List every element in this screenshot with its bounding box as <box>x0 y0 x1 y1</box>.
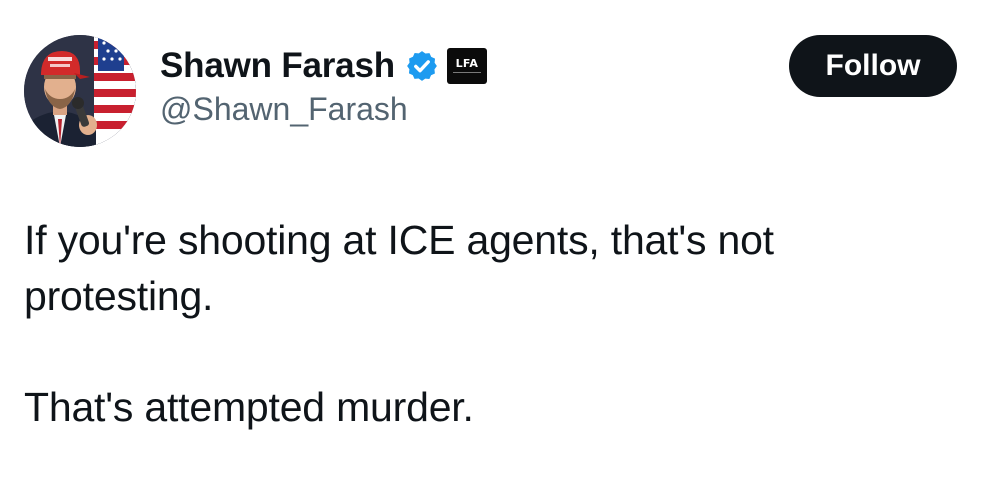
tweet-card: Shawn Farash LFA @Shawn_Farash Follow If… <box>0 0 1000 482</box>
tweet-text-line: If you're shooting at ICE agents, that's… <box>24 217 774 319</box>
verified-badge-icon[interactable] <box>405 49 439 83</box>
affiliate-badge-icon[interactable]: LFA <box>446 48 487 84</box>
tweet-body: If you're shooting at ICE agents, that's… <box>24 212 964 435</box>
affiliate-badge-text: LFA <box>455 56 479 70</box>
follow-button[interactable]: Follow <box>789 35 957 97</box>
tweet-text-line: That's attempted murder. <box>24 384 474 430</box>
affiliate-badge-underline <box>452 72 481 73</box>
avatar[interactable] <box>24 35 136 147</box>
author-display-name[interactable]: Shawn Farash <box>160 46 395 86</box>
author-handle[interactable]: @Shawn_Farash <box>160 91 408 128</box>
author-name-row: Shawn Farash LFA <box>160 44 487 88</box>
avatar-image <box>24 35 136 147</box>
